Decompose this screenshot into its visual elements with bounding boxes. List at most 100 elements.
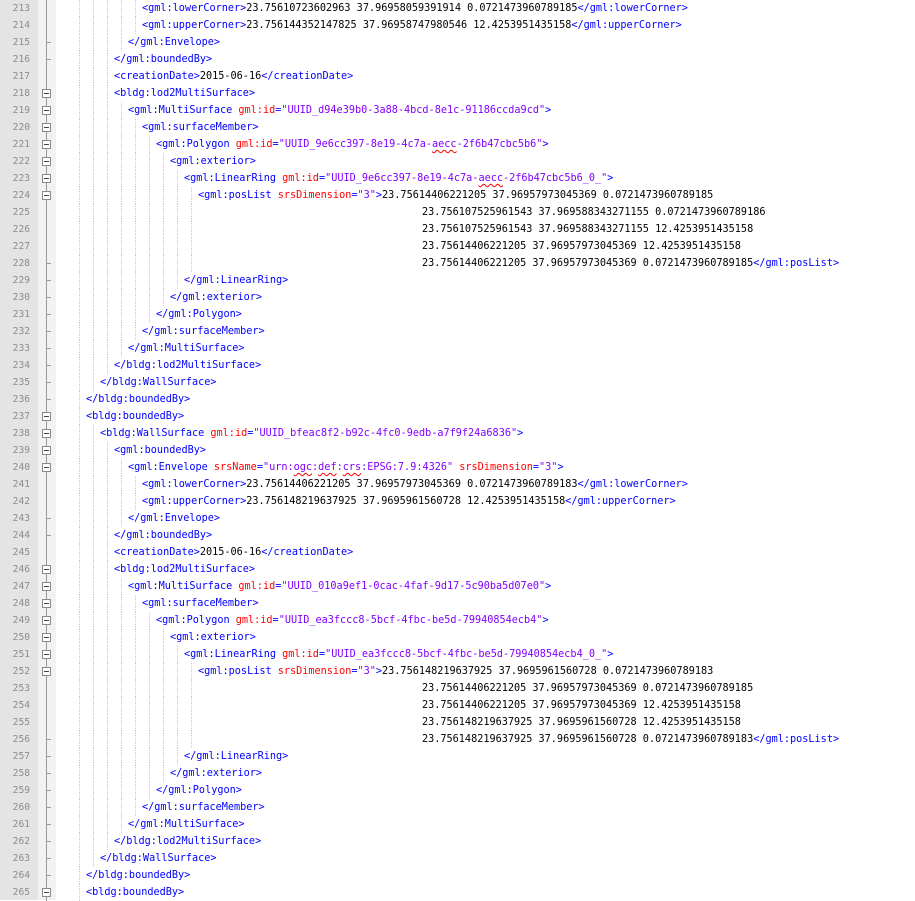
indent-guide xyxy=(79,204,80,221)
fold-toggle-icon[interactable] xyxy=(38,663,56,680)
code-line[interactable]: 239 <gml:boundedBy> xyxy=(0,442,915,459)
code-line[interactable]: 228 23.75614406221205 37.96957973045369 0… xyxy=(0,255,915,272)
code-line[interactable]: 242 <gml:upperCorner>23.756148219637925 3… xyxy=(0,493,915,510)
code-line[interactable]: 244 </gml:boundedBy> xyxy=(0,527,915,544)
code-line[interactable]: 237 <bldg:boundedBy> xyxy=(0,408,915,425)
code-line[interactable]: 223 <gml:LinearRing gml:id="UUID_9e6cc397… xyxy=(0,170,915,187)
code-line[interactable]: 230 </gml:exterior> xyxy=(0,289,915,306)
code-text: </gml:surfaceMember> xyxy=(142,323,265,340)
indent-guide xyxy=(79,527,80,544)
code-line[interactable]: 226 23.756107525961543 37.969588343271155… xyxy=(0,221,915,238)
fold-toggle-icon[interactable] xyxy=(38,578,56,595)
code-line[interactable]: 262 </bldg:lod2MultiSurface> xyxy=(0,833,915,850)
fold-toggle-icon[interactable] xyxy=(38,629,56,646)
token-tag: </gml:Envelope> xyxy=(128,37,221,48)
code-editor[interactable]: 213 <gml:lowerCorner>23.75610723602963 37… xyxy=(0,0,915,901)
indent-guide xyxy=(107,578,108,595)
code-line[interactable]: 225 23.756107525961543 37.969588343271155… xyxy=(0,204,915,221)
fold-toggle-icon[interactable] xyxy=(38,595,56,612)
indent-guide xyxy=(135,629,136,646)
code-line[interactable]: 255 23.756148219637925 37.9695961560728 1… xyxy=(0,714,915,731)
code-line[interactable]: 214 <gml:upperCorner>23.756144352147825 3… xyxy=(0,17,915,34)
code-line[interactable]: 246 <bldg:lod2MultiSurface> xyxy=(0,561,915,578)
fold-toggle-icon[interactable] xyxy=(38,561,56,578)
code-line[interactable]: 264 </bldg:boundedBy> xyxy=(0,867,915,884)
code-line[interactable]: 227 23.75614406221205 37.96957973045369 1… xyxy=(0,238,915,255)
fold-toggle-icon[interactable] xyxy=(38,646,56,663)
code-line[interactable]: 216 </gml:boundedBy> xyxy=(0,51,915,68)
code-line[interactable]: 243 </gml:Envelope> xyxy=(0,510,915,527)
code-text: <gml:posList srsDimension="3">23.7561440… xyxy=(198,187,713,204)
code-line[interactable]: 218 <bldg:lod2MultiSurface> xyxy=(0,85,915,102)
token-attribute: srsDimension xyxy=(277,666,352,677)
code-line[interactable]: 215 </gml:Envelope> xyxy=(0,34,915,51)
indent-guide xyxy=(163,697,164,714)
code-line[interactable]: 261 </gml:MultiSurface> xyxy=(0,816,915,833)
code-line[interactable]: 259 </gml:Polygon> xyxy=(0,782,915,799)
fold-toggle-icon[interactable] xyxy=(38,408,56,425)
code-line[interactable]: 231 </gml:Polygon> xyxy=(0,306,915,323)
indent-guide xyxy=(135,799,136,816)
code-line[interactable]: 219 <gml:MultiSurface gml:id="UUID_d94e39… xyxy=(0,102,915,119)
fold-toggle-icon[interactable] xyxy=(38,102,56,119)
code-line[interactable]: 221 <gml:Polygon gml:id="UUID_9e6cc397-8e… xyxy=(0,136,915,153)
code-line[interactable]: 249 <gml:Polygon gml:id="UUID_ea3fccc8-5b… xyxy=(0,612,915,629)
token-text: 23.75614406221205 37.96957973045369 0.07… xyxy=(422,258,754,269)
code-text: <bldg:WallSurface gml:id="UUID_bfeac8f2-… xyxy=(100,425,523,442)
indent-guide xyxy=(135,272,136,289)
indent-guide xyxy=(163,255,164,272)
code-line[interactable]: 265 <bldg:boundedBy> xyxy=(0,884,915,901)
code-line[interactable]: 248 <gml:surfaceMember> xyxy=(0,595,915,612)
fold-toggle-icon[interactable] xyxy=(38,612,56,629)
code-line[interactable]: 213 <gml:lowerCorner>23.75610723602963 37… xyxy=(0,0,915,17)
fold-toggle-icon[interactable] xyxy=(38,459,56,476)
code-line[interactable]: 234 </bldg:lod2MultiSurface> xyxy=(0,357,915,374)
code-line[interactable]: 257 </gml:LinearRing> xyxy=(0,748,915,765)
code-line[interactable]: 254 23.75614406221205 37.96957973045369 1… xyxy=(0,697,915,714)
code-line[interactable]: 252 <gml:posList srsDimension="3">23.7561… xyxy=(0,663,915,680)
indent-guide xyxy=(107,323,108,340)
code-line[interactable]: 236 </bldg:boundedBy> xyxy=(0,391,915,408)
fold-toggle-icon[interactable] xyxy=(38,153,56,170)
code-line[interactable]: 260 </gml:surfaceMember> xyxy=(0,799,915,816)
indent-guide xyxy=(107,119,108,136)
code-line[interactable]: 256 23.756148219637925 37.9695961560728 0… xyxy=(0,731,915,748)
code-line[interactable]: 241 <gml:lowerCorner>23.75614406221205 37… xyxy=(0,476,915,493)
code-line[interactable]: 224 <gml:posList srsDimension="3">23.7561… xyxy=(0,187,915,204)
code-line[interactable]: 247 <gml:MultiSurface gml:id="UUID_010a9e… xyxy=(0,578,915,595)
code-line[interactable]: 217 <creationDate>2015-06-16</creationDat… xyxy=(0,68,915,85)
fold-toggle-icon[interactable] xyxy=(38,425,56,442)
fold-toggle-icon[interactable] xyxy=(38,85,56,102)
code-line[interactable]: 232 </gml:surfaceMember> xyxy=(0,323,915,340)
code-line[interactable]: 250 <gml:exterior> xyxy=(0,629,915,646)
indent-guide xyxy=(79,85,80,102)
token-text: 23.75614406221205 37.96957973045369 0.07… xyxy=(246,479,578,490)
code-line[interactable]: 238 <bldg:WallSurface gml:id="UUID_bfeac8… xyxy=(0,425,915,442)
code-line[interactable]: 258 </gml:exterior> xyxy=(0,765,915,782)
code-line[interactable]: 240 <gml:Envelope srsName="urn:ogc:def:cr… xyxy=(0,459,915,476)
fold-toggle-icon[interactable] xyxy=(38,170,56,187)
indent-guide xyxy=(163,646,164,663)
code-line[interactable]: 245 <creationDate>2015-06-16</creationDat… xyxy=(0,544,915,561)
indent-guide xyxy=(149,238,150,255)
fold-toggle-icon[interactable] xyxy=(38,442,56,459)
fold-toggle-icon[interactable] xyxy=(38,136,56,153)
code-line[interactable]: 235 </bldg:WallSurface> xyxy=(0,374,915,391)
fold-toggle-icon[interactable] xyxy=(38,119,56,136)
code-text: <gml:exterior> xyxy=(170,629,256,646)
code-line[interactable]: 253 23.75614406221205 37.96957973045369 0… xyxy=(0,680,915,697)
code-line[interactable]: 233 </gml:MultiSurface> xyxy=(0,340,915,357)
code-line[interactable]: 229 </gml:LinearRing> xyxy=(0,272,915,289)
code-line[interactable]: 220 <gml:surfaceMember> xyxy=(0,119,915,136)
code-line[interactable]: 222 <gml:exterior> xyxy=(0,153,915,170)
indent-guide xyxy=(93,816,94,833)
code-text: <gml:LinearRing gml:id="UUID_9e6cc397-8e… xyxy=(184,170,613,187)
fold-toggle-icon[interactable] xyxy=(38,884,56,901)
indent-guide xyxy=(79,187,80,204)
token-tag: </gml:upperCorner> xyxy=(571,20,682,31)
fold-toggle-icon[interactable] xyxy=(38,187,56,204)
code-line[interactable]: 263 </bldg:WallSurface> xyxy=(0,850,915,867)
code-line[interactable]: 251 <gml:LinearRing gml:id="UUID_ea3fccc8… xyxy=(0,646,915,663)
code-text: <gml:upperCorner>23.756144352147825 37.9… xyxy=(142,17,682,34)
code-text: </bldg:lod2MultiSurface> xyxy=(114,833,261,850)
